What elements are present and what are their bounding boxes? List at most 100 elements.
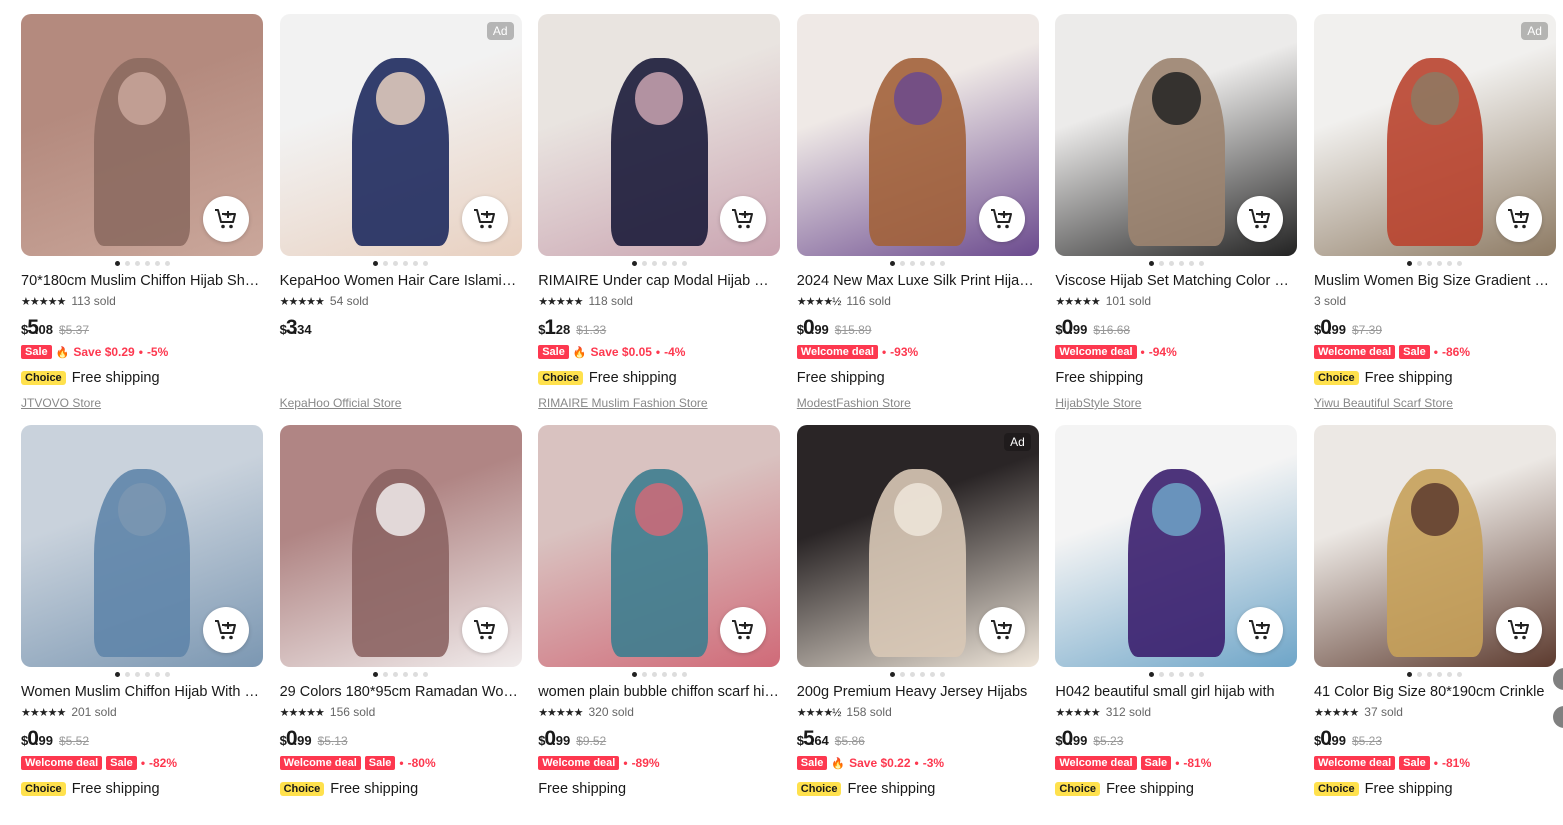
carousel-dot[interactable] (1417, 672, 1423, 677)
carousel-dot[interactable] (651, 672, 657, 677)
store-link[interactable]: ModestFashion Store (797, 396, 1039, 410)
product-card[interactable]: Ad Muslim Women Big Size Gradient Viscose… (1313, 14, 1556, 414)
product-image[interactable]: Ad (279, 14, 522, 256)
carousel-dot[interactable] (641, 261, 647, 266)
store-link[interactable]: RIMAIRE Muslim Fashion Store (538, 396, 780, 410)
product-card[interactable]: Ad 200g Premium Heavy Jersey Hijabs ★★★★½ 1… (796, 425, 1039, 825)
carousel-dot[interactable] (900, 672, 906, 677)
product-title[interactable]: women plain bubble chiffon scarf hijab (538, 684, 780, 700)
carousel-dot[interactable] (1188, 261, 1194, 266)
carousel-dot[interactable] (681, 672, 687, 677)
product-image[interactable]: Ad (1313, 14, 1556, 256)
carousel-dot[interactable] (1168, 672, 1174, 677)
carousel-dot[interactable] (1178, 261, 1184, 266)
product-card[interactable]: 70*180cm Muslim Chiffon Hijab Shawl ★★★★★… (21, 14, 263, 414)
product-card[interactable]: women plain bubble chiffon scarf hijab ★★… (538, 425, 781, 825)
add-to-cart-button[interactable] (978, 196, 1025, 242)
product-image[interactable] (538, 14, 781, 256)
carousel-dot[interactable] (154, 261, 160, 266)
carousel-dot[interactable] (671, 261, 677, 266)
carousel-dot[interactable] (124, 261, 130, 266)
product-image[interactable] (21, 14, 263, 256)
carousel-dot[interactable] (393, 261, 399, 266)
carousel-dot[interactable] (641, 672, 647, 677)
product-title[interactable]: 29 Colors 180*95cm Ramadan Women Hijab (280, 684, 522, 700)
add-to-cart-button[interactable] (461, 196, 508, 242)
carousel-dot[interactable] (1427, 261, 1433, 266)
product-title[interactable]: 200g Premium Heavy Jersey Hijabs (797, 684, 1039, 700)
carousel-dot[interactable] (661, 261, 667, 266)
carousel-dot[interactable] (144, 672, 150, 677)
carousel-dot[interactable] (631, 672, 637, 677)
carousel-dot[interactable] (910, 672, 916, 677)
store-link[interactable]: Yiwu Beautiful Scarf Store (1314, 396, 1556, 410)
product-title[interactable]: RIMAIRE Under cap Modal Hijab Muslim (538, 273, 780, 289)
carousel-dot[interactable] (1178, 672, 1184, 677)
carousel-dot[interactable] (134, 672, 140, 677)
carousel-dot[interactable] (940, 672, 946, 677)
add-to-cart-button[interactable] (203, 607, 249, 653)
carousel-dot[interactable] (661, 672, 667, 677)
carousel-dot[interactable] (1148, 672, 1154, 677)
product-card[interactable]: Ad KepaHoo Women Hair Care Islamic Turban… (279, 14, 522, 414)
carousel-dot[interactable] (413, 261, 419, 266)
carousel-dot[interactable] (164, 672, 170, 677)
carousel-dot[interactable] (1158, 261, 1164, 266)
add-to-cart-button[interactable] (461, 607, 508, 653)
product-card[interactable]: Viscose Hijab Set Matching Color Cap ★★★★… (1055, 14, 1298, 414)
carousel-dot[interactable] (1198, 261, 1204, 266)
carousel-dot[interactable] (1437, 672, 1443, 677)
carousel-dot[interactable] (1198, 672, 1204, 677)
carousel-dot[interactable] (900, 261, 906, 266)
carousel-dot[interactable] (651, 261, 657, 266)
add-to-cart-button[interactable] (1237, 196, 1284, 242)
add-to-cart-button[interactable] (1495, 607, 1542, 653)
add-to-cart-button[interactable] (720, 196, 767, 242)
add-to-cart-button[interactable] (1495, 196, 1542, 242)
carousel-dot[interactable] (383, 261, 389, 266)
store-link[interactable]: KepaHoo Official Store (280, 396, 522, 410)
carousel-dot[interactable] (671, 672, 677, 677)
carousel-dot[interactable] (930, 672, 936, 677)
carousel-dot[interactable] (114, 261, 120, 266)
product-image[interactable] (1055, 425, 1298, 667)
carousel-dot[interactable] (890, 261, 896, 266)
carousel-dot[interactable] (124, 672, 130, 677)
product-title[interactable]: 70*180cm Muslim Chiffon Hijab Shawl (21, 273, 263, 289)
carousel-dot[interactable] (154, 672, 160, 677)
product-image[interactable] (21, 425, 263, 667)
carousel-dot[interactable] (1447, 261, 1453, 266)
product-card[interactable]: 29 Colors 180*95cm Ramadan Women Hijab ★★… (279, 425, 522, 825)
carousel-dot[interactable] (164, 261, 170, 266)
add-to-cart-button[interactable] (203, 196, 249, 242)
product-title[interactable]: Muslim Women Big Size Gradient Viscose (1314, 273, 1556, 289)
add-to-cart-button[interactable] (720, 607, 767, 653)
carousel-dot[interactable] (1407, 261, 1413, 266)
carousel-dot[interactable] (1168, 261, 1174, 266)
product-image[interactable] (1313, 425, 1556, 667)
carousel-dot[interactable] (403, 672, 409, 677)
product-image[interactable] (538, 425, 781, 667)
carousel-dot[interactable] (114, 672, 120, 677)
carousel-dot[interactable] (413, 672, 419, 677)
product-title[interactable]: H042 beautiful small girl hijab with (1055, 684, 1297, 700)
product-card[interactable]: 41 Color Big Size 80*190cm Crinkle ★★★★★ 3… (1313, 425, 1556, 825)
carousel-dot[interactable] (1457, 261, 1463, 266)
carousel-dot[interactable] (1437, 261, 1443, 266)
carousel-dot[interactable] (890, 672, 896, 677)
add-to-cart-button[interactable] (978, 607, 1025, 653)
carousel-dot[interactable] (910, 261, 916, 266)
carousel-dot[interactable] (930, 261, 936, 266)
carousel-dot[interactable] (423, 672, 429, 677)
product-image[interactable] (1055, 14, 1298, 256)
carousel-dot[interactable] (940, 261, 946, 266)
carousel-dot[interactable] (920, 672, 926, 677)
carousel-dot[interactable] (1427, 672, 1433, 677)
carousel-dot[interactable] (1148, 261, 1154, 266)
product-title[interactable]: Viscose Hijab Set Matching Color Cap (1055, 273, 1297, 289)
carousel-dot[interactable] (144, 261, 150, 266)
carousel-dot[interactable] (1188, 672, 1194, 677)
product-image[interactable] (796, 14, 1039, 256)
carousel-dot[interactable] (1407, 672, 1413, 677)
product-card[interactable]: RIMAIRE Under cap Modal Hijab Muslim ★★★★… (538, 14, 781, 414)
